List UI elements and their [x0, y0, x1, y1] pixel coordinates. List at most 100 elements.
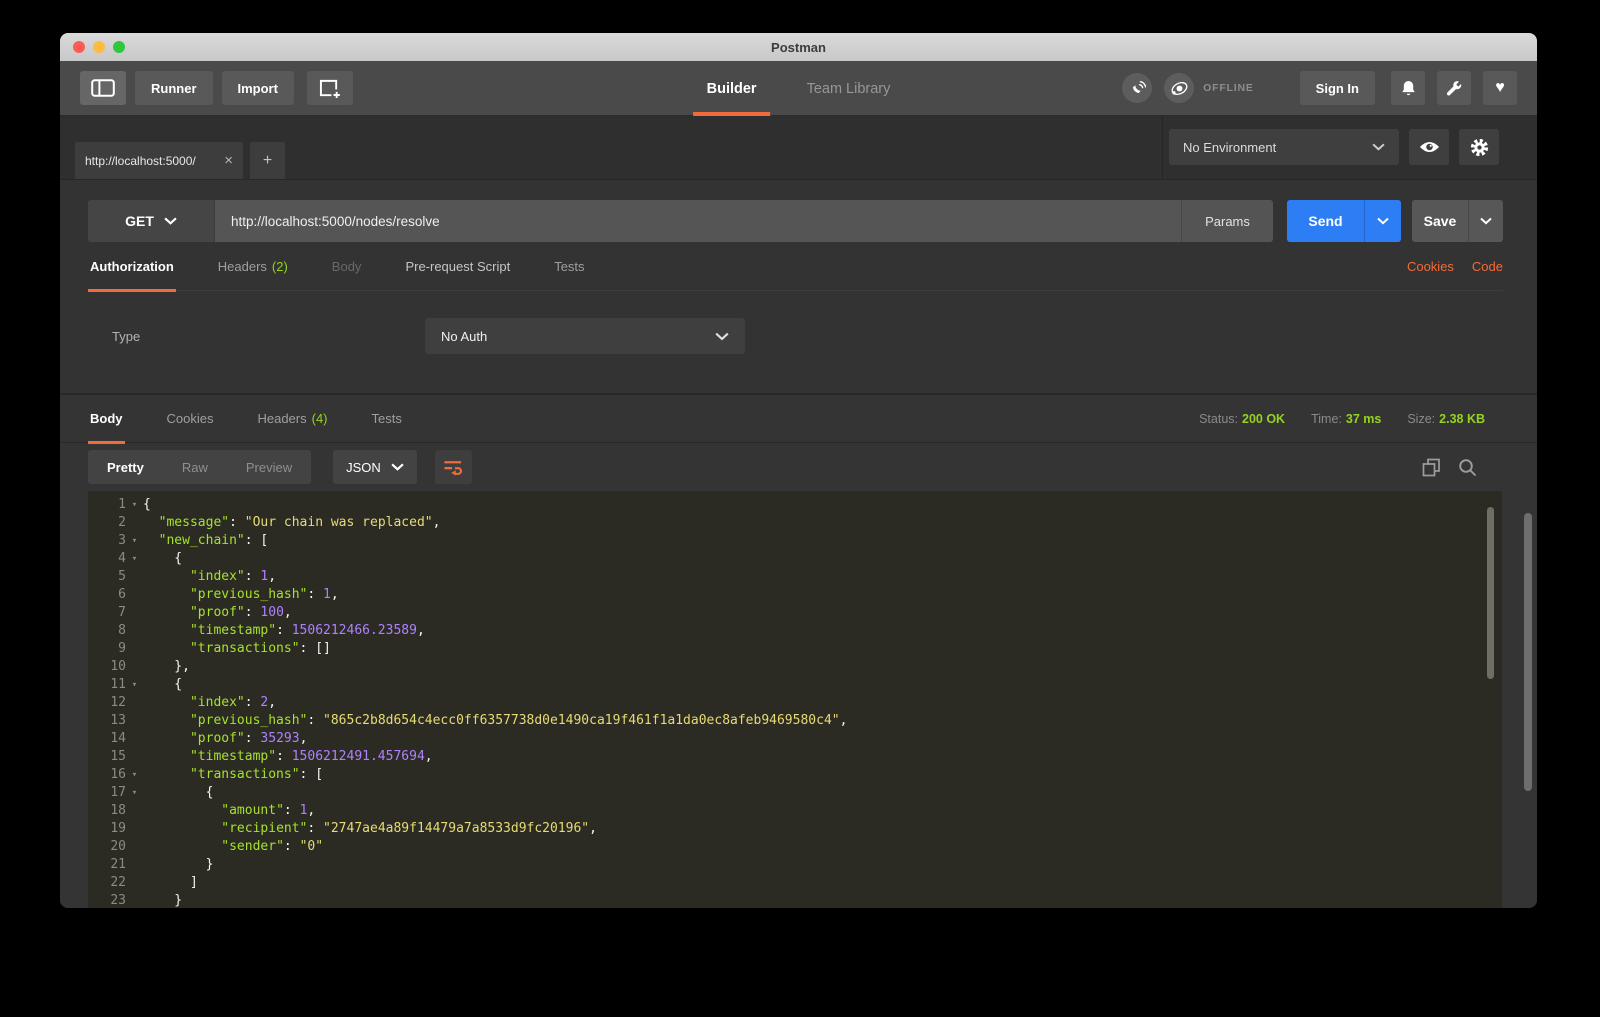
code-line: 17 ▾ {	[88, 784, 1502, 802]
code-text: "new_chain": [	[158, 533, 269, 548]
view-mode-preview[interactable]: Preview	[227, 450, 311, 484]
environment-settings-button[interactable]	[1459, 129, 1499, 165]
toolbar-right-group: OFFLINE Sign In ♥	[1110, 71, 1517, 105]
offline-status-label: OFFLINE	[1203, 82, 1254, 94]
code-text: ]	[143, 875, 198, 890]
format-select[interactable]: JSON	[333, 450, 417, 484]
code-text: "proof": 35293,	[189, 731, 308, 746]
copy-response-button[interactable]	[1422, 458, 1441, 477]
line-number: 23	[110, 893, 126, 908]
code-text: "recipient": "2747ae4a89f14479a7a8533d9f…	[221, 821, 597, 836]
code-text: {	[143, 785, 214, 800]
line-number: 21	[110, 857, 126, 872]
import-button[interactable]: Import	[221, 71, 294, 105]
url-input[interactable]	[215, 200, 1181, 242]
close-window-button[interactable]	[73, 41, 85, 53]
sync-orbit-icon	[1170, 79, 1189, 98]
window-scrollbar[interactable]	[1524, 513, 1532, 791]
fold-toggle-icon[interactable]: ▾	[126, 676, 143, 694]
sign-in-button[interactable]: Sign In	[1299, 71, 1375, 105]
line-number: 11	[110, 677, 126, 692]
code-text: "sender": "0"	[221, 839, 324, 854]
method-select[interactable]: GET	[88, 200, 215, 242]
response-section: Body Cookies Headers (4) Tests Status: 20…	[60, 393, 1537, 908]
view-mode-pretty[interactable]: Pretty	[88, 450, 163, 484]
cookies-link[interactable]: Cookies	[1407, 259, 1454, 274]
response-tab-body[interactable]: Body	[88, 394, 125, 444]
window-title: Postman	[771, 39, 826, 55]
line-number: 18	[110, 803, 126, 818]
line-number: 12	[110, 695, 126, 710]
zoom-window-button[interactable]	[113, 41, 125, 53]
code-line: 20 "sender": "0"	[88, 838, 1502, 856]
notifications-button[interactable]	[1391, 71, 1425, 105]
code-scrollbar[interactable]	[1487, 507, 1494, 679]
search-response-button[interactable]	[1458, 458, 1477, 477]
chevron-down-icon	[1480, 217, 1492, 225]
response-action-icons	[1422, 458, 1477, 477]
code-line: 16 ▾ "transactions": [	[88, 766, 1502, 784]
request-tab-title: http://localhost:5000/	[85, 153, 196, 168]
line-number: 9	[118, 641, 126, 656]
code-text: {	[143, 677, 183, 692]
tab-team-library[interactable]: Team Library	[801, 61, 897, 116]
response-body-viewer[interactable]: 1 ▾{2 "message": "Our chain was replaced"…	[88, 491, 1502, 908]
runner-button[interactable]: Runner	[135, 71, 213, 105]
proxy-button[interactable]	[1122, 73, 1153, 103]
save-button-group: Save	[1412, 200, 1503, 242]
settings-wrench-button[interactable]	[1437, 71, 1471, 105]
fold-toggle-icon[interactable]: ▾	[126, 784, 143, 802]
save-button[interactable]: Save	[1412, 200, 1468, 242]
request-editor-tabs: Authorization Headers (2) Body Pre-reque…	[88, 242, 1503, 292]
params-button[interactable]: Params	[1181, 200, 1273, 242]
request-links: Cookies Code	[1407, 259, 1503, 274]
line-number: 16	[110, 767, 126, 782]
format-value: JSON	[346, 459, 381, 475]
tab-authorization[interactable]: Authorization	[88, 242, 176, 292]
new-window-button[interactable]	[306, 71, 353, 105]
send-options-button[interactable]	[1364, 200, 1401, 242]
send-button[interactable]: Send	[1287, 200, 1364, 242]
response-tab-cookies[interactable]: Cookies	[165, 394, 216, 443]
close-tab-icon[interactable]: ×	[224, 152, 233, 169]
fold-toggle-icon[interactable]: ▾	[126, 766, 143, 784]
fold-toggle-icon[interactable]: ▾	[126, 550, 143, 568]
environment-select[interactable]: No Environment	[1169, 129, 1399, 165]
code-link[interactable]: Code	[1472, 259, 1503, 274]
tab-headers-label: Headers	[217, 258, 267, 274]
sync-status-button[interactable]	[1164, 73, 1195, 103]
save-options-button[interactable]	[1468, 200, 1503, 242]
fold-toggle-icon[interactable]: ▾	[126, 532, 143, 550]
tab-headers[interactable]: Headers (2)	[216, 242, 290, 291]
minimize-window-button[interactable]	[93, 41, 105, 53]
tab-builder[interactable]: Builder	[692, 61, 771, 116]
tab-tests[interactable]: Tests	[552, 242, 586, 291]
sidebar-layout-icon	[91, 79, 115, 97]
code-line: 14 "proof": 35293,	[88, 730, 1502, 748]
favorites-button[interactable]: ♥	[1483, 71, 1517, 105]
code-text: }	[143, 893, 183, 908]
code-text: "index": 1,	[189, 569, 277, 584]
environment-quicklook-button[interactable]	[1409, 129, 1449, 165]
time-value: 37 ms	[1345, 411, 1382, 426]
wrap-text-button[interactable]	[434, 450, 472, 484]
response-tab-headers-label: Headers	[257, 411, 307, 426]
view-mode-raw[interactable]: Raw	[163, 450, 227, 484]
code-text: "previous_hash": "865c2b8d654c4ecc0ff635…	[189, 713, 848, 728]
response-tab-headers[interactable]: Headers (4)	[255, 394, 329, 443]
fold-toggle-icon[interactable]: ▾	[126, 496, 143, 514]
auth-type-select[interactable]: No Auth	[425, 318, 745, 354]
sidebar-toggle-button[interactable]	[80, 71, 126, 105]
heart-icon: ♥	[1495, 79, 1505, 96]
code-text: "transactions": []	[189, 641, 331, 656]
response-tab-tests[interactable]: Tests	[370, 394, 404, 443]
request-tab[interactable]: http://localhost:5000/ ×	[75, 142, 243, 179]
code-line: 19 "recipient": "2747ae4a89f14479a7a8533…	[88, 820, 1502, 838]
tab-body[interactable]: Body	[330, 242, 364, 291]
tab-prerequest-script[interactable]: Pre-request Script	[403, 242, 512, 291]
new-tab-button[interactable]: +	[250, 142, 285, 179]
